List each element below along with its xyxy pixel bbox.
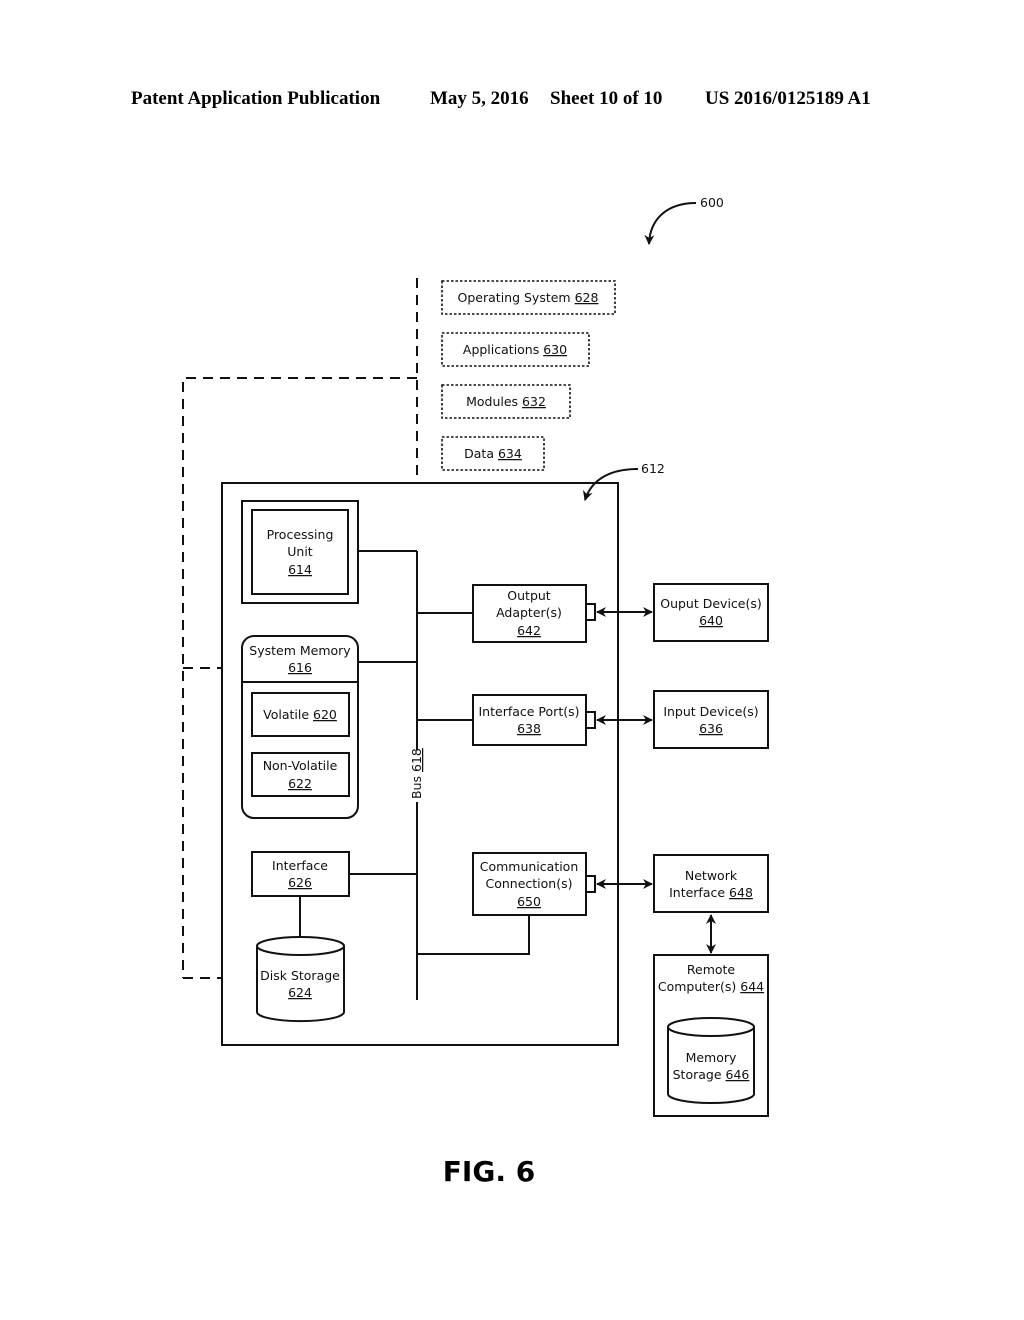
memory-storage-ref: 646 (726, 1067, 750, 1082)
volatile-label: Volatile (263, 707, 309, 722)
data-ref: 634 (498, 446, 522, 461)
disk-storage-624[interactable]: Disk Storage 624 (256, 936, 345, 1023)
software-operating-system[interactable]: Operating System 628 (441, 280, 616, 315)
memory-storage-646[interactable]: Memory Storage 646 (667, 1017, 755, 1104)
svg-text:Interface 648: Interface 648 (669, 885, 753, 900)
output-device-ref: 640 (699, 613, 723, 628)
ref-612-label: 612 (641, 461, 665, 476)
apps-label: Applications (463, 342, 539, 357)
input-device-ref: 636 (699, 721, 723, 736)
svg-text:Modules 632: Modules 632 (466, 394, 546, 409)
output-device-640[interactable]: Ouput Device(s) 640 (653, 583, 769, 642)
processing-unit-ref: 614 (288, 562, 312, 577)
network-interface-648[interactable]: Network Interface 648 (653, 854, 769, 913)
interface-626[interactable]: Interface 626 (251, 851, 350, 897)
svg-text:Volatile 620: Volatile 620 (263, 707, 337, 722)
interface-port-label: Interface Port(s) (479, 704, 580, 719)
input-device-label: Input Device(s) (663, 704, 758, 719)
os-label: Operating System (458, 290, 571, 305)
svg-text:Storage 646: Storage 646 (673, 1067, 750, 1082)
comm-connection-ref: 650 (517, 894, 541, 909)
os-ref: 628 (575, 290, 599, 305)
disk-storage-ref: 624 (288, 985, 312, 1000)
input-device-636[interactable]: Input Device(s) 636 (653, 690, 769, 749)
memory-storage-label-2: Storage (673, 1067, 722, 1082)
disk-storage-label: Disk Storage (260, 968, 340, 983)
output-device-label: Ouput Device(s) (660, 596, 762, 611)
modules-label: Modules (466, 394, 518, 409)
bus-label: Bus 618 (409, 748, 424, 799)
processing-unit-614[interactable]: Processing Unit 614 (241, 500, 359, 604)
software-data[interactable]: Data 634 (441, 436, 545, 471)
svg-text:Computer(s) 644: Computer(s) 644 (658, 979, 764, 994)
remote-computer-ref: 644 (740, 979, 764, 994)
software-applications[interactable]: Applications 630 (441, 332, 590, 367)
ref-600-arrow (644, 202, 697, 245)
network-interface-ref: 648 (729, 885, 753, 900)
memory-storage-label: Memory (686, 1050, 737, 1065)
ref-600-callout: 600 (644, 195, 724, 245)
interface-ref: 626 (288, 875, 312, 890)
output-adapter-label: Output (507, 588, 551, 603)
processing-unit-label: Processing (267, 527, 334, 542)
comm-connection-label: Communication (480, 859, 579, 874)
data-label: Data (464, 446, 494, 461)
apps-ref: 630 (543, 342, 567, 357)
non-volatile-label: Non-Volatile (263, 758, 338, 773)
svg-text:Data 634: Data 634 (464, 446, 522, 461)
remote-computer-label-2: Computer(s) (658, 979, 736, 994)
figure-caption: FIG. 6 (443, 1155, 535, 1188)
network-interface-label-2: Interface (669, 885, 725, 900)
non-volatile-ref: 622 (288, 776, 312, 791)
software-modules[interactable]: Modules 632 (441, 384, 571, 419)
volatile-ref: 620 (313, 707, 337, 722)
processing-unit-label-2: Unit (287, 544, 313, 559)
non-volatile-memory-622[interactable]: Non-Volatile 622 (251, 752, 350, 797)
output-adapter-label-2: Adapter(s) (496, 605, 562, 620)
remote-computer-label: Remote (687, 962, 736, 977)
interface-port-638[interactable]: Interface Port(s) 638 (472, 694, 596, 746)
ref-600-label: 600 (700, 195, 724, 210)
interface-port-ref: 638 (517, 721, 541, 736)
communication-connection-650[interactable]: Communication Connection(s) 650 (472, 852, 596, 916)
output-adapter-ref: 642 (517, 623, 541, 638)
system-memory-label: System Memory (249, 643, 351, 658)
comm-connection-label-2: Connection(s) (486, 876, 573, 891)
system-memory-ref: 616 (288, 660, 312, 675)
modules-ref: 632 (522, 394, 546, 409)
network-interface-label: Network (685, 868, 738, 883)
output-adapter-642[interactable]: Output Adapter(s) 642 (472, 584, 596, 643)
svg-text:Applications 630: Applications 630 (463, 342, 567, 357)
block-diagram: 600 Operating System 628 Applications 63… (182, 195, 769, 1188)
svg-text:Operating System 628: Operating System 628 (458, 290, 599, 305)
interface-label: Interface (272, 858, 328, 873)
volatile-memory-620[interactable]: Volatile 620 (251, 692, 350, 737)
